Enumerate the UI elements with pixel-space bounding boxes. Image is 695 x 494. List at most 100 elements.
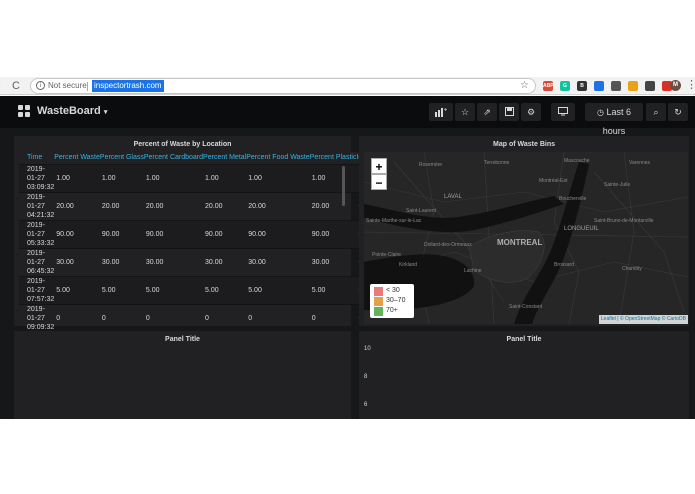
value-cell: 20.00 (309, 191, 357, 220)
value-cell: 0 (203, 303, 247, 332)
value-cell: 1.00 (54, 163, 100, 192)
ext-cookie-icon[interactable] (628, 81, 638, 91)
legend-swatch (374, 307, 383, 316)
value-cell: 90.00 (246, 219, 310, 248)
grammarly-icon[interactable]: G (560, 81, 570, 91)
value-cell: 0 (143, 303, 204, 332)
y-tick-label: 6 (364, 402, 368, 408)
value-cell: 0 (246, 303, 310, 332)
table-column-header[interactable]: Time (19, 152, 55, 164)
map-attribution[interactable]: Leaflet | © OpenStreetMap © CartoDB (598, 315, 688, 324)
ext-b-icon[interactable]: B (577, 81, 587, 91)
date-part: 2019-01-27 (27, 249, 45, 266)
y-tick-label: 10 (364, 346, 371, 352)
y-tick-label: 8 (364, 374, 368, 380)
tv-mode-button[interactable] (551, 103, 575, 121)
share-button[interactable]: ⇗ (477, 103, 497, 121)
info-icon[interactable]: i (36, 81, 45, 90)
value-cell: 90.00 (309, 219, 357, 248)
page-margin-top (0, 0, 695, 77)
clock-icon: ◷ (596, 108, 604, 117)
value-cell: 30.00 (99, 247, 144, 276)
table-row: 2019-01-27 03:09:32 1.00 1.00 1.00 1.00 1.00 1.… (19, 163, 384, 192)
add-panel-button[interactable] (429, 103, 453, 121)
date-part: 2019-01-27 (27, 221, 45, 238)
value-cell: 90.00 (203, 219, 247, 248)
caret-down-icon: ▾ (103, 109, 108, 116)
table-column-header[interactable]: Percent Food Waste (246, 152, 310, 164)
time-part: 06:45:32 (27, 267, 55, 275)
table-row: 2019-01-2709:09:32000000- (19, 303, 384, 332)
value-cell: 1.00 (99, 163, 144, 192)
table-column-header[interactable]: Percent Plastic (309, 152, 357, 164)
forward-icon[interactable]: › (0, 79, 1, 93)
waste-table: Time Percent Waste Percent Glass Percent Ca… (19, 152, 384, 332)
table-scrollbar[interactable] (342, 166, 345, 206)
legend-label: 30–70 (386, 297, 406, 304)
panel-title[interactable]: Panel Title (14, 335, 351, 344)
monitor-icon (558, 107, 568, 116)
address-bar[interactable]: i Not secure inspectortrash.com ☆ (30, 78, 536, 94)
time-part: 05:33:32 (27, 239, 55, 247)
dashboard-grid-icon[interactable] (18, 105, 30, 117)
time-cell: 2019-01-27 07:57:32 (19, 275, 55, 304)
map-place-label: Boucherville (559, 196, 587, 202)
reload-icon[interactable]: C (12, 79, 20, 93)
zoom-out-time-button[interactable]: ⌕ (646, 103, 666, 121)
value-cell: 20.00 (143, 191, 204, 220)
legend-label: 70+ (386, 307, 398, 314)
url-text[interactable]: inspectortrash.com (92, 80, 164, 92)
ext-eye-icon[interactable] (611, 81, 621, 91)
time-part: 03:09:32 (27, 183, 55, 191)
map-place-label: Pointe-Claire (372, 252, 401, 258)
omnibox-separator (87, 82, 88, 91)
table-column-header[interactable]: Percent Cardboard (143, 152, 204, 164)
date-part: 2019-01-27 (27, 305, 45, 322)
settings-button[interactable]: ⚙ (521, 103, 541, 121)
star-dashboard-button[interactable]: ☆ (455, 103, 475, 121)
value-cell: 90.00 (54, 219, 100, 248)
value-cell: 5.00 (246, 275, 310, 304)
value-cell: 5.00 (54, 275, 100, 304)
save-button[interactable] (499, 103, 519, 121)
value-cell: 5.00 (99, 275, 144, 304)
table-column-header[interactable]: Percent Metal (203, 152, 247, 164)
ext-dark-icon[interactable] (645, 81, 655, 91)
profile-avatar[interactable]: M (670, 80, 681, 91)
map-place-label: LONGUEUIL (564, 226, 599, 232)
time-cell: 2019-01-27 09:09:32 (19, 303, 55, 332)
waste-bins-map[interactable]: MONTREAL LAVAL LONGUEUIL Saint-Laurent Rosem… (364, 152, 688, 324)
time-part: 07:57:32 (27, 295, 55, 303)
table-column-header[interactable]: Percent Glass (99, 152, 144, 164)
panel-title[interactable]: Panel Title (359, 335, 689, 344)
table-row: 2019-01-27 04:21:32 20.00 20.00 20.00 20.00 20… (19, 191, 384, 220)
value-cell: 1.00 (246, 163, 310, 192)
gear-icon: ⚙ (526, 108, 536, 118)
map-place-label: Kirkland (399, 262, 418, 268)
map-place-label: Rosemère (419, 162, 443, 168)
map-place-label: Saint-Laurent (406, 208, 437, 214)
value-cell: 30.00 (143, 247, 204, 276)
map-place-label: Brossard (554, 262, 575, 268)
panel-title[interactable]: Map of Waste Bins (359, 140, 689, 149)
map-zoom-out-button[interactable]: − (371, 174, 387, 190)
value-cell: 90.00 (143, 219, 204, 248)
time-cell: 2019-01-27 03:09:32 (19, 163, 55, 192)
value-cell: 5.00 (309, 275, 357, 304)
bookmark-star-icon[interactable]: ☆ (520, 79, 529, 93)
value-cell: 0 (99, 303, 144, 332)
ext-blue-icon[interactable] (594, 81, 604, 91)
value-cell: 5.00 (203, 275, 247, 304)
time-picker-button[interactable]: ◷ Last 6 hours (585, 103, 643, 136)
map-zoom-in-button[interactable]: + (371, 158, 387, 174)
dashboard-navbar: WasteBoard ▾ ☆ ⇗ ⚙ ◷ Last 6 hours ⌕ ↻ (0, 96, 695, 136)
browser-menu-icon[interactable]: ⋮ (686, 78, 695, 92)
value-cell: 0 (309, 303, 357, 332)
dashboard-title[interactable]: WasteBoard ▾ (37, 104, 107, 120)
abp-icon[interactable]: ABP (543, 81, 554, 91)
panel-title[interactable]: Percent of Waste by Location (14, 140, 351, 149)
table-column-header[interactable]: Percent Waste (54, 152, 100, 164)
browser-toolbar: › C i Not secure inspectortrash.com ☆ AB… (0, 77, 695, 95)
refresh-button[interactable]: ↻ (668, 103, 688, 121)
map-legend: < 30 30–70 70+ (370, 284, 414, 318)
